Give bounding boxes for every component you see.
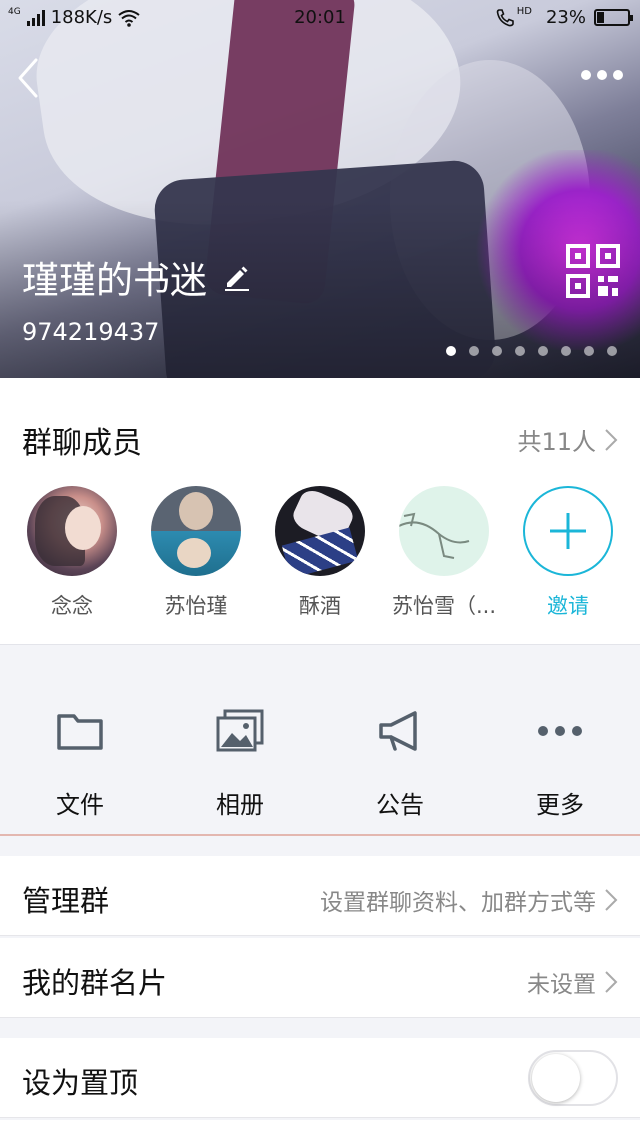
member-name: 酥酒 (299, 594, 341, 618)
invite-label: 邀请 (547, 594, 589, 618)
invite-circle (523, 486, 613, 576)
battery-icon (594, 9, 633, 26)
member-item[interactable]: 念念 (10, 486, 134, 620)
page-dot (515, 346, 525, 356)
group-name-row[interactable]: 瑾瑾的书迷 (22, 250, 251, 304)
member-item[interactable]: 苏怡雪（... (382, 486, 506, 620)
page-dot (607, 346, 617, 356)
qr-code-button[interactable] (566, 244, 620, 298)
group-name: 瑾瑾的书迷 (22, 259, 207, 302)
members-count-link[interactable]: 共11人 (517, 422, 618, 457)
manage-group-row[interactable]: 管理群 设置群聊资料、加群方式等 (0, 856, 640, 936)
megaphone-icon (374, 705, 426, 757)
dot-icon (581, 70, 591, 80)
avatar (27, 486, 117, 576)
action-label: 公告 (376, 791, 424, 819)
manage-group-hint: 设置群聊资料、加群方式等 (320, 890, 596, 916)
edit-pencil-icon[interactable] (223, 263, 251, 291)
chevron-right-icon (605, 428, 618, 451)
chevron-left-icon (18, 58, 38, 98)
plus-icon (550, 513, 586, 549)
folder-icon (54, 705, 106, 757)
action-label: 更多 (536, 791, 584, 819)
chevron-right-icon (605, 971, 618, 993)
group-card-value: 未设置 (527, 972, 596, 998)
toggle-knob (532, 1054, 580, 1102)
page-dot (492, 346, 502, 356)
qr-code-icon (566, 244, 620, 298)
pin-to-top-toggle[interactable] (528, 1050, 618, 1106)
quick-actions: 文件 相册 公告 更多 (0, 644, 640, 836)
members-title: 群聊成员 (22, 426, 142, 461)
chevron-right-icon (605, 889, 618, 911)
action-announcement[interactable]: 公告 (320, 645, 480, 834)
battery-percent: 23% (545, 7, 586, 28)
status-right: HD 23% (495, 6, 633, 28)
action-label: 相册 (216, 791, 264, 819)
member-name: 念念 (51, 594, 93, 618)
member-name: 苏怡雪（... (391, 594, 497, 618)
member-item[interactable]: 苏怡瑾 (134, 486, 258, 620)
more-dots-icon (534, 705, 586, 757)
page-dot (446, 346, 456, 356)
next-row-partial (0, 1120, 640, 1138)
page-dot (538, 346, 548, 356)
row-label: 我的群名片 (22, 966, 168, 1000)
group-id: 974219437 (22, 318, 160, 346)
back-button[interactable] (10, 52, 50, 102)
row-label: 设为置顶 (22, 1066, 139, 1100)
dot-icon (613, 70, 623, 80)
member-item[interactable]: 酥酒 (258, 486, 382, 620)
action-album[interactable]: 相册 (160, 645, 320, 834)
album-icon (214, 705, 266, 757)
more-options-button[interactable] (578, 60, 626, 90)
avatar (151, 486, 241, 576)
dot-icon (597, 70, 607, 80)
avatar (275, 486, 365, 576)
cover-page-indicator (446, 346, 617, 356)
action-files[interactable]: 文件 (0, 645, 160, 834)
row-value: 未设置 (527, 965, 618, 999)
action-more[interactable]: 更多 (480, 645, 640, 834)
row-value: 设置群聊资料、加群方式等 (320, 883, 618, 917)
page-dot (561, 346, 571, 356)
invite-button[interactable]: 邀请 (506, 486, 630, 620)
member-name: 苏怡瑾 (164, 594, 228, 618)
hd-badge: HD (516, 6, 532, 17)
members-section: 群聊成员 共11人 念念 苏怡瑾 酥酒 苏怡雪（... 邀请 (0, 378, 640, 644)
pin-to-top-row: 设为置顶 (0, 1038, 640, 1118)
page-dot (469, 346, 479, 356)
avatar (399, 486, 489, 576)
group-card-row[interactable]: 我的群名片 未设置 (0, 938, 640, 1018)
phone-icon (496, 8, 514, 26)
members-count: 共11人 (517, 428, 596, 456)
action-label: 文件 (56, 791, 104, 819)
sketch-drawing (399, 512, 470, 559)
member-avatar-list: 念念 苏怡瑾 酥酒 苏怡雪（... 邀请 (0, 486, 640, 620)
page-dot (584, 346, 594, 356)
row-label: 管理群 (22, 884, 110, 918)
status-bar: 4G 188K/s 20:01 HD 23% (0, 0, 640, 36)
